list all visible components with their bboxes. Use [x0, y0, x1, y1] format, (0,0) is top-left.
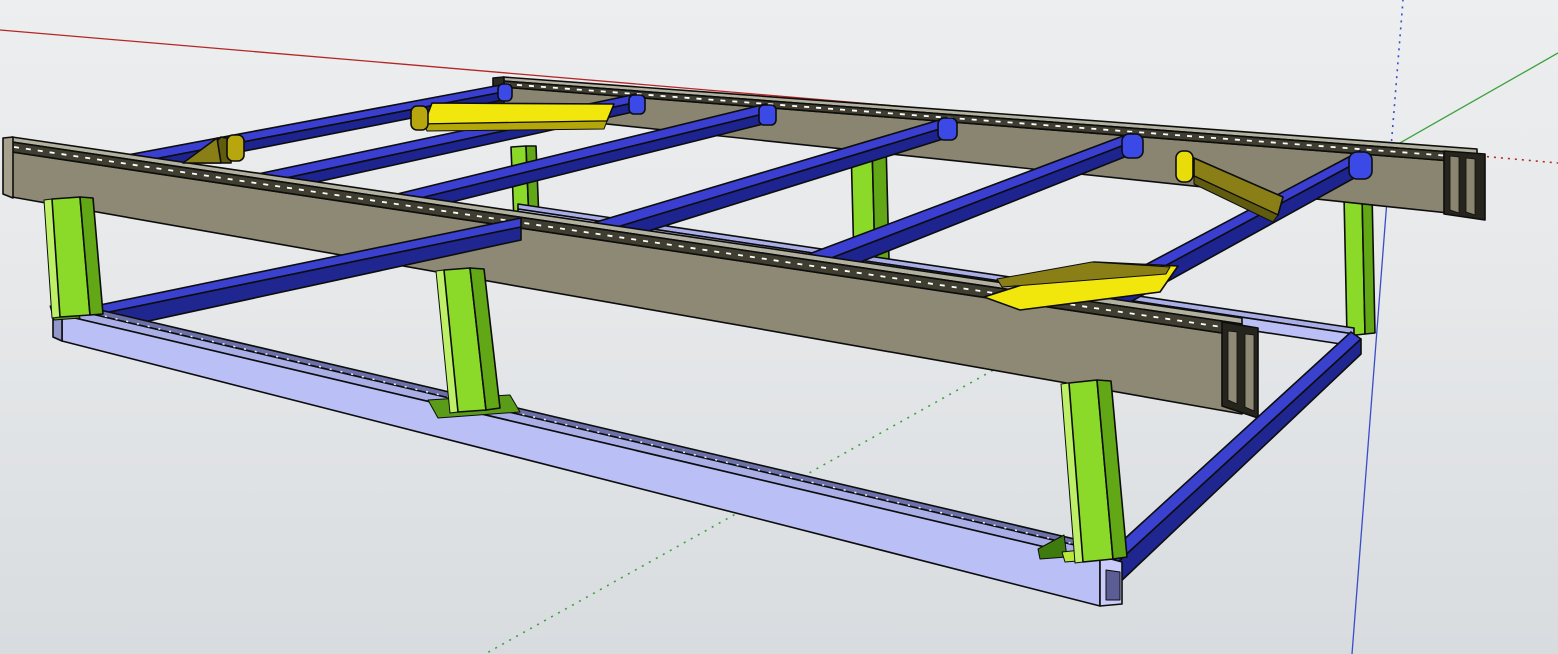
girder-near-right-cap-bar2[interactable]	[1245, 334, 1254, 411]
gusset-back-left-plate[interactable]	[424, 103, 614, 124]
gusset-left-tab[interactable]	[227, 135, 244, 161]
joist-tab-4[interactable]	[938, 118, 957, 140]
axis-green-solid	[1391, 53, 1558, 148]
joist-tab-5[interactable]	[1122, 134, 1143, 158]
girder-far-right-cap-bar2[interactable]	[1466, 158, 1475, 215]
modeling-viewport[interactable]	[0, 0, 1558, 654]
joist-tab-3[interactable]	[759, 105, 776, 125]
joist-tab-1[interactable]	[498, 84, 512, 101]
rail-corner-shadow[interactable]	[1106, 570, 1120, 600]
joist-tab-2[interactable]	[629, 95, 645, 114]
girder-far-right-cap-bar1[interactable]	[1450, 156, 1459, 213]
gusset-back-right-tab[interactable]	[1176, 151, 1193, 182]
leg-back-right-side[interactable]	[1362, 193, 1375, 334]
girder-near-right-cap-bar1[interactable]	[1228, 331, 1237, 404]
girder-near-left-cap[interactable]	[3, 137, 13, 198]
axis-blue-dotted-up	[1391, 0, 1403, 148]
axis-red-dotted	[1480, 156, 1558, 163]
gusset-back-left-tab[interactable]	[411, 106, 428, 130]
joist-tab-6[interactable]	[1349, 152, 1372, 179]
scene-canvas[interactable]	[0, 0, 1558, 654]
